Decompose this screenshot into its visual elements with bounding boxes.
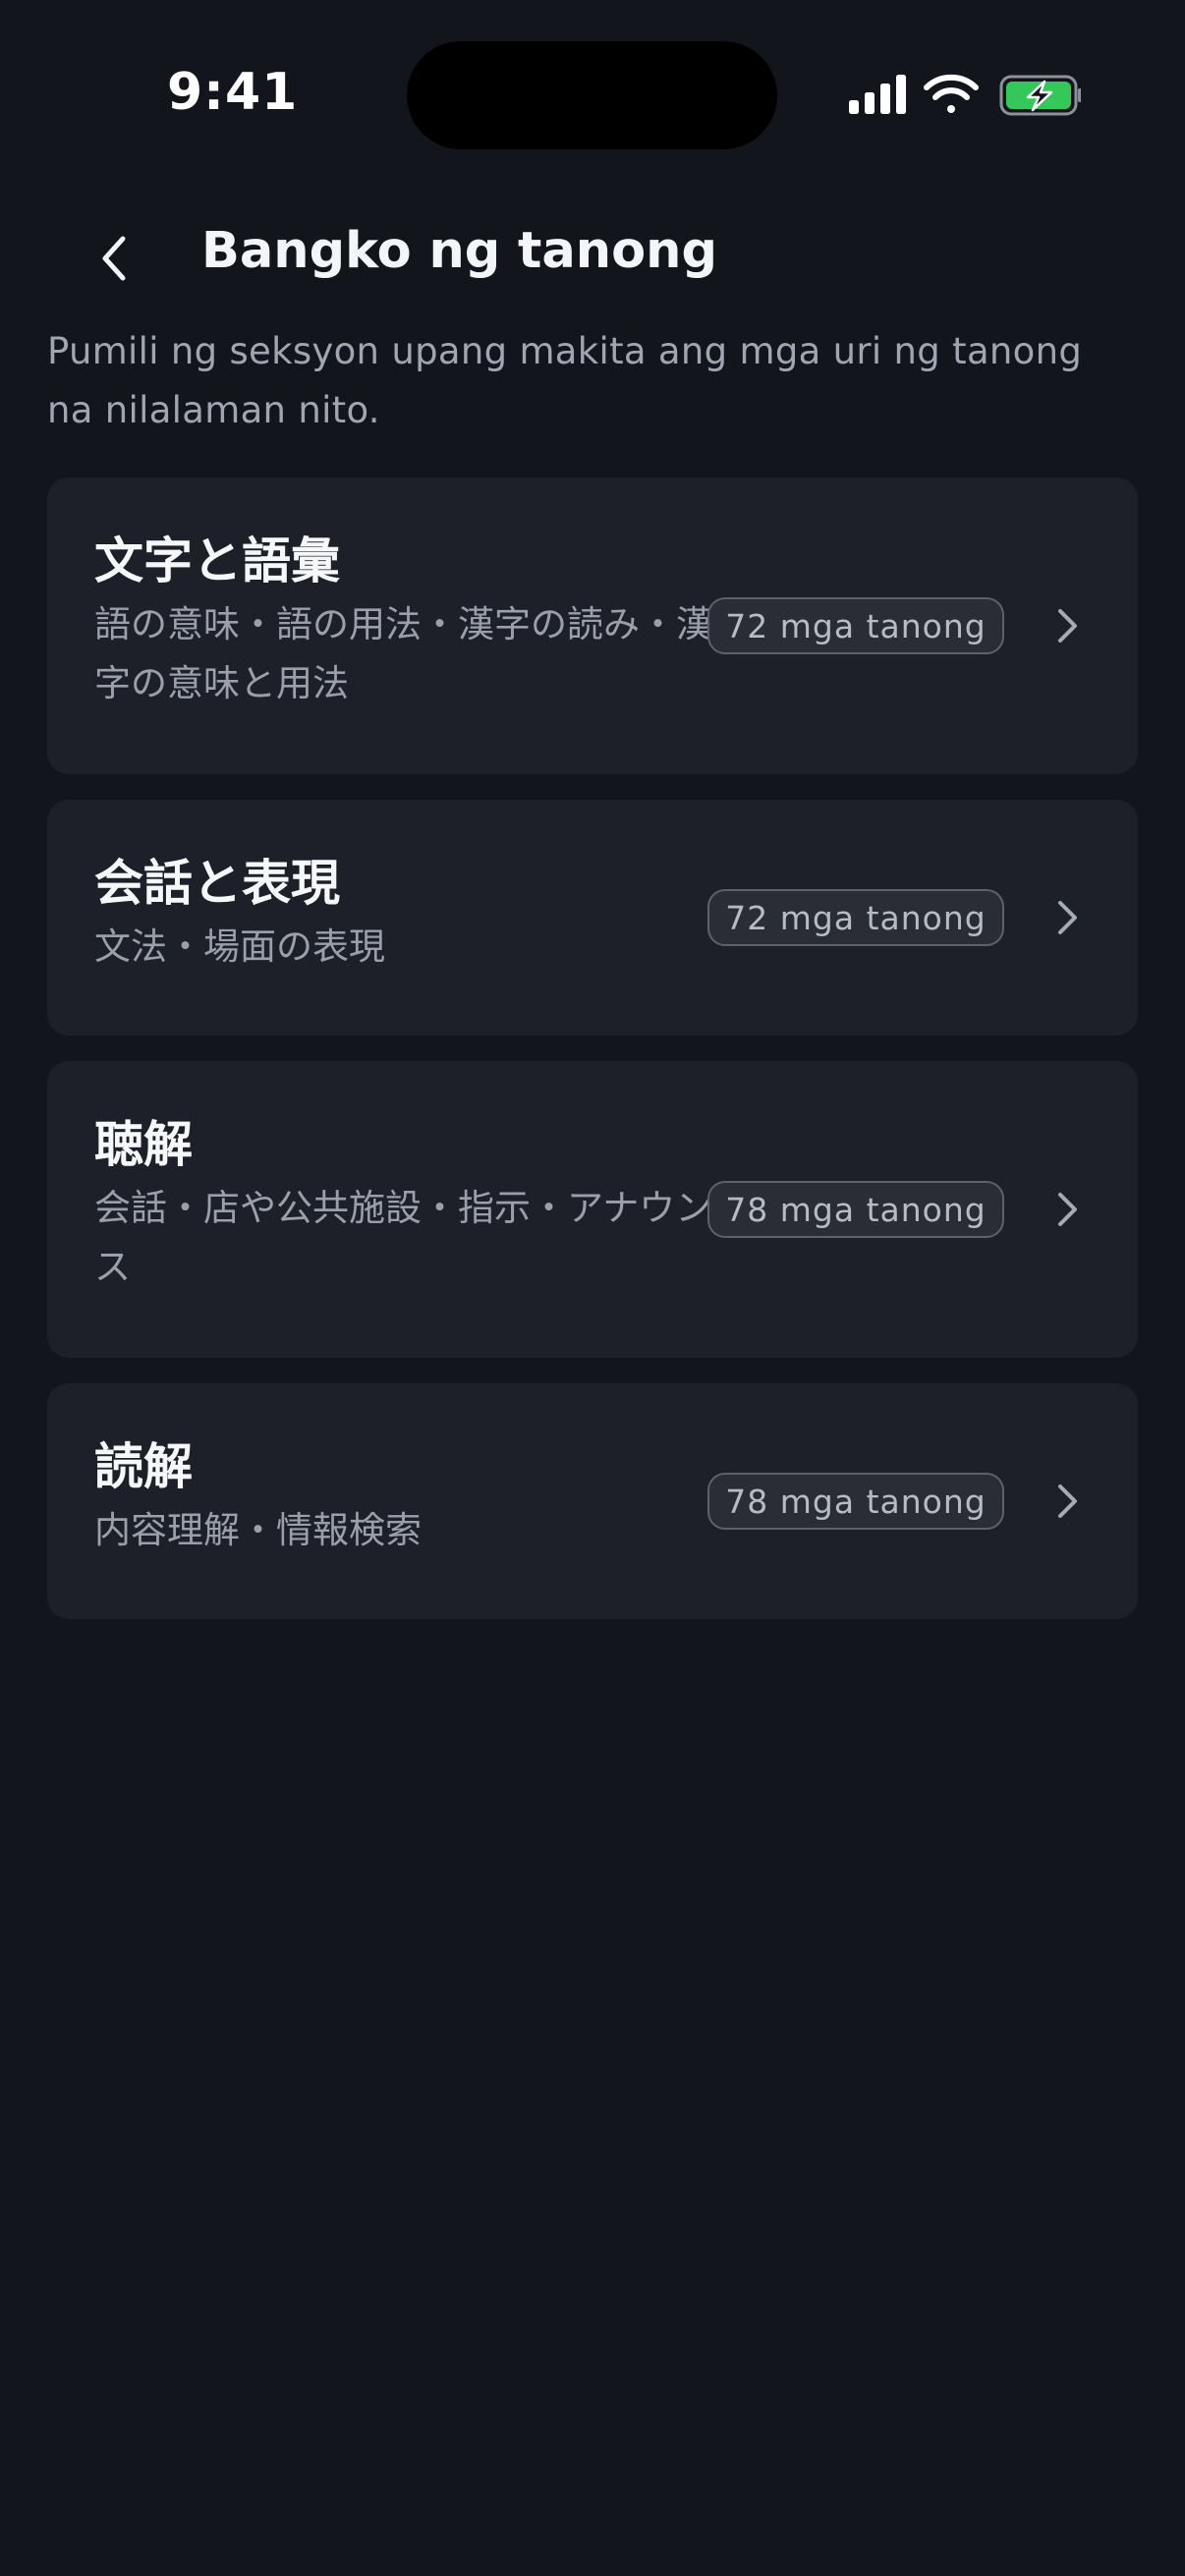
- question-count-badge: 78 mga tanong: [707, 1181, 1004, 1238]
- page-description: Pumili ng seksyon upang makita ang mga u…: [47, 330, 1083, 431]
- section-card-text: 文字と語彙 語の意味・語の用法・漢字の読み・漢字の意味と用法: [94, 531, 713, 713]
- cellular-signal-icon: [849, 75, 906, 114]
- status-time: 9:41: [167, 63, 299, 122]
- section-title: 読解: [94, 1438, 193, 1495]
- section-subtitle: 内容理解・情報検索: [94, 1509, 422, 1551]
- question-count-badge: 72 mga tanong: [707, 889, 1004, 946]
- section-card-moji-goi[interactable]: 文字と語彙 語の意味・語の用法・漢字の読み・漢字の意味と用法 72 mga ta…: [47, 477, 1138, 774]
- nav-bar: Bangko ng tanong: [0, 196, 1185, 314]
- section-card-text: 会話と表現 文法・場面の表現: [94, 853, 713, 977]
- question-count-badge: 78 mga tanong: [707, 1473, 1004, 1530]
- section-list: 文字と語彙 語の意味・語の用法・漢字の読み・漢字の意味と用法 72 mga ta…: [47, 477, 1138, 1645]
- section-card-chokai[interactable]: 聴解 会話・店や公共施設・指示・アナウンス 78 mga tanong: [47, 1061, 1138, 1358]
- section-card-dokkai[interactable]: 読解 内容理解・情報検索 78 mga tanong: [47, 1383, 1138, 1619]
- chevron-right-icon: [1058, 609, 1077, 643]
- section-card-text: 聴解 会話・店や公共施設・指示・アナウンス: [94, 1114, 713, 1297]
- section-title: 文字と語彙: [94, 532, 340, 589]
- wifi-icon: [924, 74, 979, 113]
- chevron-left-icon: [102, 236, 126, 281]
- chevron-right-icon: [1058, 1484, 1077, 1518]
- chevron-right-icon: [1058, 1193, 1077, 1226]
- question-count-badge: 72 mga tanong: [707, 597, 1004, 654]
- section-card-text: 読解 内容理解・情報検索: [94, 1436, 713, 1560]
- section-subtitle: 語の意味・語の用法・漢字の読み・漢字の意味と用法: [94, 603, 712, 704]
- section-title: 会話と表現: [94, 855, 340, 912]
- dynamic-island: [407, 41, 777, 149]
- status-icons: [845, 71, 1082, 120]
- back-button[interactable]: [81, 224, 149, 293]
- chevron-right-icon: [1058, 901, 1077, 934]
- battery-charging-icon: [999, 75, 1082, 116]
- section-subtitle: 会話・店や公共施設・指示・アナウンス: [94, 1187, 712, 1288]
- page-title: Bangko ng tanong: [201, 222, 717, 280]
- section-subtitle: 文法・場面の表現: [94, 925, 385, 968]
- section-title: 聴解: [94, 1116, 193, 1173]
- status-bar: 9:41: [0, 0, 1185, 187]
- section-card-kaiwa-hyogen[interactable]: 会話と表現 文法・場面の表現 72 mga tanong: [47, 800, 1138, 1036]
